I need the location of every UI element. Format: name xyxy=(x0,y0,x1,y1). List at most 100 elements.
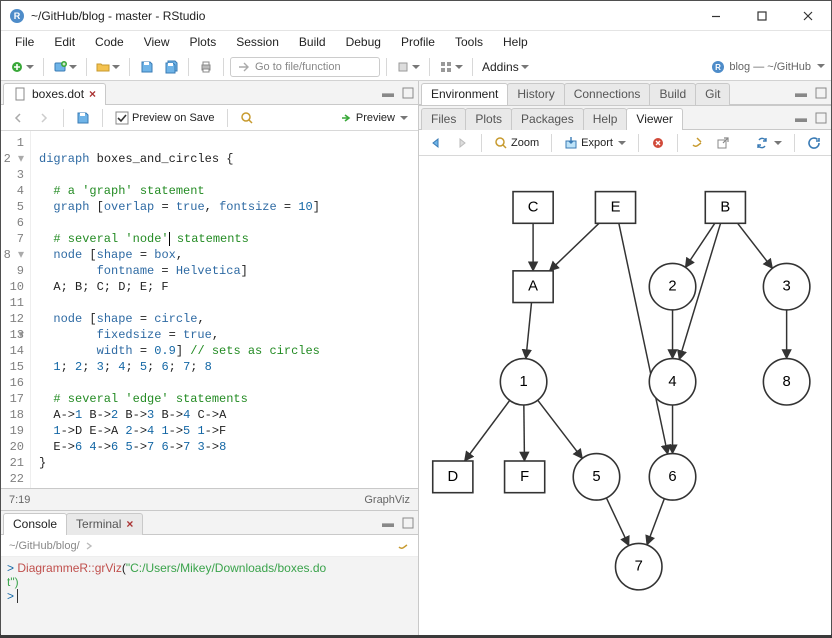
menu-help[interactable]: Help xyxy=(495,33,536,51)
svg-text:R: R xyxy=(715,63,721,72)
collapse-console-button[interactable]: ▬ xyxy=(378,516,398,530)
maximize-env-button[interactable] xyxy=(811,86,831,100)
menu-session[interactable]: Session xyxy=(228,33,287,51)
menu-profile[interactable]: Profile xyxy=(393,33,443,51)
console[interactable]: > DiagrammeR::grViz("C:/Users/Mikey/Down… xyxy=(1,557,418,635)
goto-arrow-icon xyxy=(237,60,251,74)
svg-text:C: C xyxy=(528,199,539,215)
menu-build[interactable]: Build xyxy=(291,33,334,51)
save-all-button[interactable] xyxy=(160,56,182,78)
minimize-button[interactable] xyxy=(693,1,739,31)
menu-edit[interactable]: Edit xyxy=(46,33,83,51)
cursor-position: 7:19 xyxy=(9,494,30,506)
tab-files[interactable]: Files xyxy=(421,108,466,130)
maximize-console-button[interactable] xyxy=(398,516,418,530)
r-icon: R xyxy=(711,60,725,74)
source-save-button[interactable] xyxy=(72,108,94,128)
collapse-env-button[interactable]: ▬ xyxy=(791,86,811,100)
tab-help[interactable]: Help xyxy=(583,108,628,130)
addins-label: Addins xyxy=(482,60,519,74)
goto-file-function-input[interactable]: Go to file/function xyxy=(230,57,380,77)
tab-connections[interactable]: Connections xyxy=(564,83,651,105)
viewer-canvas: 12345678CEBADF xyxy=(419,156,831,635)
svg-text:6: 6 xyxy=(668,469,676,485)
svg-text:5: 5 xyxy=(592,469,600,485)
svg-text:4: 4 xyxy=(668,374,676,390)
clear-console-icon[interactable] xyxy=(396,539,410,553)
close-button[interactable] xyxy=(785,1,831,31)
code-editor[interactable]: 12 ▾345678 ▾9101112 ▾1314151617181920212… xyxy=(1,131,418,488)
terminal-close-icon[interactable]: × xyxy=(126,517,133,531)
line-gutter: 12 ▾345678 ▾9101112 ▾1314151617181920212… xyxy=(1,131,31,488)
save-button[interactable] xyxy=(136,56,158,78)
tab-packages[interactable]: Packages xyxy=(511,108,584,130)
window-title: ~/GitHub/blog - master - RStudio xyxy=(31,9,205,23)
menu-code[interactable]: Code xyxy=(87,33,132,51)
svg-text:8: 8 xyxy=(783,374,791,390)
print-button[interactable] xyxy=(195,56,217,78)
menu-debug[interactable]: Debug xyxy=(338,33,389,51)
svg-text:A: A xyxy=(528,279,538,295)
clear-viewer-button[interactable] xyxy=(686,133,708,153)
zoom-button[interactable]: Zoom xyxy=(490,133,543,153)
addins-button[interactable]: Addins xyxy=(479,56,532,78)
preview-on-save-label: Preview on Save xyxy=(132,112,215,124)
env-tabs: Environment History Connections Build Gi… xyxy=(419,81,831,105)
preview-button[interactable]: Preview xyxy=(335,108,412,128)
refresh-viewer-button[interactable] xyxy=(803,133,825,153)
viewer-toolbar: Zoom Export xyxy=(419,130,831,156)
maximize-viewer-button[interactable] xyxy=(811,111,831,125)
viewer-back-button[interactable] xyxy=(425,133,447,153)
goto-placeholder: Go to file/function xyxy=(255,61,341,73)
tab-viewer[interactable]: Viewer xyxy=(626,108,682,130)
grid-button[interactable] xyxy=(436,56,466,78)
new-file-button[interactable] xyxy=(7,56,37,78)
svg-text:3: 3 xyxy=(783,279,791,295)
menu-tools[interactable]: Tools xyxy=(447,33,491,51)
menubar: File Edit Code View Plots Session Build … xyxy=(1,31,831,53)
source-tabs: boxes.dot × ▬ xyxy=(1,81,418,105)
maximize-button[interactable] xyxy=(739,1,785,31)
tab-git[interactable]: Git xyxy=(695,83,730,105)
titlebar: R ~/GitHub/blog - master - RStudio xyxy=(1,1,831,31)
console-arrow-icon xyxy=(84,539,98,553)
svg-text:D: D xyxy=(447,469,458,485)
remove-viewer-button[interactable] xyxy=(647,133,669,153)
tab-build[interactable]: Build xyxy=(649,83,696,105)
preview-on-save-checkbox[interactable]: Preview on Save xyxy=(111,108,219,128)
open-file-button[interactable] xyxy=(93,56,123,78)
language-mode[interactable]: GraphViz xyxy=(364,494,410,506)
project-menu[interactable]: R blog — ~/GitHub xyxy=(711,60,825,74)
sync-viewer-button[interactable] xyxy=(751,133,786,153)
back-button[interactable] xyxy=(7,108,29,128)
tab-plots[interactable]: Plots xyxy=(465,108,512,130)
export-button[interactable]: Export xyxy=(560,133,630,153)
tools-button[interactable] xyxy=(393,56,423,78)
preview-arrow-icon xyxy=(339,111,353,125)
viewer-tabs: Files Plots Packages Help Viewer ▬ xyxy=(419,106,831,130)
console-path: ~/GitHub/blog/ xyxy=(1,535,418,557)
svg-text:E: E xyxy=(611,199,621,215)
svg-text:F: F xyxy=(520,469,529,485)
tab-history[interactable]: History xyxy=(507,83,564,105)
collapse-source-button[interactable]: ▬ xyxy=(378,86,398,100)
find-button[interactable] xyxy=(236,108,258,128)
forward-button[interactable] xyxy=(33,108,55,128)
collapse-viewer-button[interactable]: ▬ xyxy=(791,111,811,125)
svg-text:B: B xyxy=(720,199,730,215)
viewer-forward-button[interactable] xyxy=(451,133,473,153)
close-tab-icon[interactable]: × xyxy=(89,87,96,101)
new-project-button[interactable] xyxy=(50,56,80,78)
maximize-source-button[interactable] xyxy=(398,86,418,100)
menu-file[interactable]: File xyxy=(7,33,42,51)
tab-console[interactable]: Console xyxy=(3,513,67,535)
menu-view[interactable]: View xyxy=(136,33,178,51)
tab-environment[interactable]: Environment xyxy=(421,83,508,105)
source-tab-boxes[interactable]: boxes.dot × xyxy=(3,83,106,105)
console-tabs: Console Terminal× ▬ xyxy=(1,511,418,535)
tab-terminal[interactable]: Terminal× xyxy=(66,513,143,535)
menu-plots[interactable]: Plots xyxy=(182,33,225,51)
main-toolbar: Go to file/function Addins R blog — ~/Gi… xyxy=(1,53,831,81)
popout-viewer-button[interactable] xyxy=(712,133,734,153)
svg-text:2: 2 xyxy=(668,279,676,295)
